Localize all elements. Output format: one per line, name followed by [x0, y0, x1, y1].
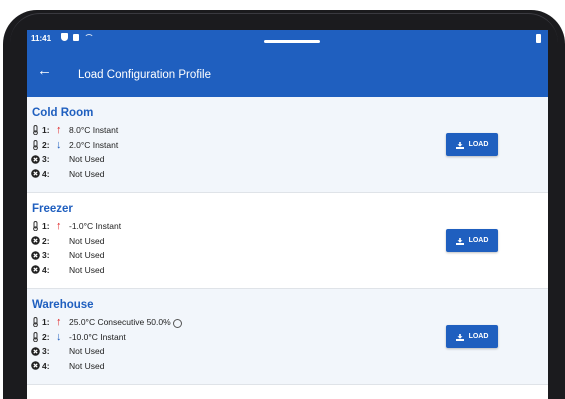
- thermometer-icon: [31, 125, 40, 136]
- profile-item: Warehouse 1: ↑ 25.0°C Consecutive 50.0% 2: ↓…: [27, 289, 548, 385]
- sensor-index: 3:: [42, 250, 50, 261]
- sensor-index: 1:: [42, 317, 50, 328]
- not-used-icon: [31, 250, 40, 260]
- sensor-row: 4: Not Used: [31, 167, 118, 182]
- sensor-reading: Not Used: [69, 360, 105, 371]
- load-icon: [455, 141, 464, 149]
- sensor-index: 2:: [42, 139, 50, 150]
- status-time: 11:41: [31, 34, 52, 43]
- thermometer-icon: [31, 317, 40, 328]
- sensor-row: 4: Not Used: [31, 263, 121, 278]
- status-icons: [61, 33, 94, 41]
- not-used-icon: [31, 169, 40, 179]
- sensor-list: 1: ↑ 8.0°C Instant 2: ↓ 2.0°C Instant 3: Not Us…: [31, 123, 118, 181]
- arrow-down-icon: ↓: [56, 330, 62, 343]
- profile-name: Warehouse: [32, 299, 94, 311]
- sensor-reading: Not Used: [69, 346, 105, 357]
- sensor-index: 4:: [42, 168, 50, 179]
- profile-name: Freezer: [32, 203, 73, 215]
- load-button[interactable]: LOAD: [446, 325, 498, 348]
- sensor-row: 1: ↑ 25.0°C Consecutive 50.0%: [31, 315, 182, 330]
- load-button[interactable]: LOAD: [446, 229, 498, 252]
- thermometer-icon: [31, 221, 40, 232]
- sensor-row: 3: Not Used: [31, 248, 121, 263]
- sensor-reading: -10.0°C Instant: [69, 331, 126, 342]
- shield-icon: [61, 33, 68, 41]
- sensor-row: 2: Not Used: [31, 234, 121, 249]
- not-used-icon: [31, 154, 40, 164]
- sensor-index: 2:: [42, 331, 50, 342]
- sensor-index: 1:: [42, 125, 50, 136]
- arrow-up-icon: ↑: [56, 316, 62, 329]
- not-used-icon: [31, 346, 40, 356]
- not-used-icon: [31, 265, 40, 275]
- sensor-reading: Not Used: [69, 264, 105, 275]
- load-button-label: LOAD: [468, 333, 489, 340]
- back-arrow-icon[interactable]: ←: [37, 62, 52, 80]
- sensor-index: 1:: [42, 221, 50, 232]
- sensor-row: 2: ↓ 2.0°C Instant: [31, 138, 118, 153]
- profile-list: Cold Room 1: ↑ 8.0°C Instant 2: ↓ 2.0°C Insta…: [27, 97, 548, 385]
- load-icon: [455, 237, 464, 245]
- arrow-up-icon: ↑: [56, 220, 62, 233]
- sensor-list: 1: ↑ -1.0°C Instant 2: Not Used 3: Not Used 4: N…: [31, 219, 121, 277]
- sensor-row: 3: Not Used: [31, 344, 182, 359]
- load-button-label: LOAD: [468, 141, 489, 148]
- profile-name: Cold Room: [32, 107, 94, 119]
- thermometer-icon: [31, 331, 40, 342]
- home-indicator[interactable]: [264, 40, 320, 43]
- sensor-list: 1: ↑ 25.0°C Consecutive 50.0% 2: ↓ -10.0°C In…: [31, 315, 182, 373]
- thermometer-icon: [31, 139, 40, 150]
- sensor-row: 1: ↑ 8.0°C Instant: [31, 123, 118, 138]
- sensor-row: 1: ↑ -1.0°C Instant: [31, 219, 121, 234]
- sensor-reading: Not Used: [69, 250, 105, 261]
- battery-icon: [536, 34, 541, 43]
- sensor-reading: Not Used: [69, 154, 105, 165]
- sensor-reading: -1.0°C Instant: [69, 221, 122, 232]
- load-button[interactable]: LOAD: [446, 133, 498, 156]
- tablet-device: 11:41 ← Load Configuration Profile Cold …: [0, 0, 565, 399]
- arrow-down-icon: ↓: [56, 138, 62, 151]
- not-used-icon: [31, 236, 40, 246]
- profile-item: Freezer 1: ↑ -1.0°C Instant 2: Not Used 3: Not…: [27, 193, 548, 289]
- arrow-up-icon: ↑: [56, 124, 62, 137]
- page-title: Load Configuration Profile: [78, 69, 211, 81]
- sensor-reading: Not Used: [69, 168, 105, 179]
- sensor-index: 4:: [42, 360, 50, 371]
- app-screen: 11:41 ← Load Configuration Profile Cold …: [27, 30, 548, 399]
- load-button-label: LOAD: [468, 237, 489, 244]
- sensor-row: 2: ↓ -10.0°C Instant: [31, 330, 182, 345]
- sensor-index: 3:: [42, 346, 50, 357]
- sensor-reading: 2.0°C Instant: [69, 139, 119, 150]
- sensor-reading: 8.0°C Instant: [69, 125, 119, 136]
- app-bar: ← Load Configuration Profile: [27, 48, 548, 97]
- status-bar: 11:41: [27, 30, 548, 48]
- sensor-index: 4:: [42, 264, 50, 275]
- profile-item: Cold Room 1: ↑ 8.0°C Instant 2: ↓ 2.0°C Insta…: [27, 97, 548, 193]
- clock-icon: [172, 318, 182, 328]
- sensor-reading: 25.0°C Consecutive 50.0%: [69, 317, 171, 328]
- not-used-icon: [31, 361, 40, 371]
- sensor-index: 3:: [42, 154, 50, 165]
- sensor-row: 4: Not Used: [31, 359, 182, 374]
- sensor-row: 3: Not Used: [31, 152, 118, 167]
- sensor-index: 2:: [42, 235, 50, 246]
- sim-card-icon: [73, 33, 79, 41]
- sensor-reading: Not Used: [69, 235, 105, 246]
- wifi-icon: [84, 33, 94, 41]
- load-icon: [455, 333, 464, 341]
